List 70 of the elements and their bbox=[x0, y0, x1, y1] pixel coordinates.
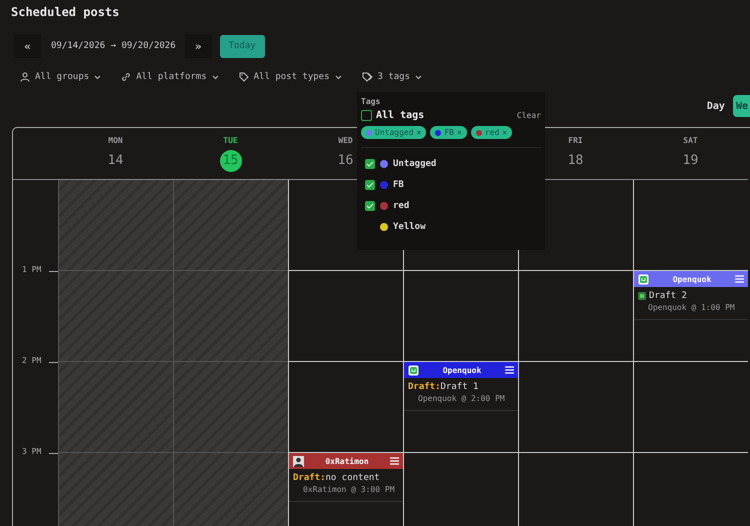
view-tab[interactable]: Day bbox=[702, 95, 729, 117]
page-title: Scheduled posts bbox=[10, 4, 120, 21]
time-label: 2 PM bbox=[22, 356, 42, 365]
view-tab[interactable]: We bbox=[732, 95, 750, 117]
tag-option[interactable]: Untagged bbox=[361, 153, 541, 174]
tag-chip[interactable]: red × bbox=[470, 126, 512, 139]
post-meta: Openquok @ 2:00 PM bbox=[418, 394, 506, 403]
day-number: 19 bbox=[682, 152, 698, 170]
next-week-button[interactable]: » bbox=[184, 34, 212, 58]
checkbox[interactable] bbox=[365, 200, 375, 210]
weekday-label: TUE bbox=[223, 136, 238, 147]
day-number: 14 bbox=[108, 152, 124, 170]
calendar-slot[interactable]: Openquok Draft:Draft 1 Openquok @ 2:00 PM bbox=[403, 362, 518, 453]
previous-week-button[interactable]: « bbox=[14, 34, 41, 58]
post-title: Draft:no content bbox=[293, 473, 380, 483]
day-number: 16 bbox=[338, 152, 354, 170]
all-tags-label: All tags bbox=[376, 110, 426, 121]
tag-option[interactable]: red bbox=[361, 195, 541, 216]
dropdown-heading: Tags bbox=[361, 97, 382, 106]
tag-option[interactable]: FB bbox=[361, 174, 541, 195]
account-name: Openquok bbox=[672, 274, 712, 284]
day-number: 15 bbox=[220, 150, 242, 172]
post-title: Draft:Draft 1 bbox=[408, 382, 478, 392]
tag-chip[interactable]: FB × bbox=[430, 126, 467, 139]
chevron-down-icon bbox=[94, 74, 102, 80]
chevron-down-icon bbox=[334, 74, 342, 80]
menu-icon[interactable] bbox=[505, 366, 514, 374]
weekday-label: SAT bbox=[683, 136, 698, 147]
remove-tag-button[interactable]: × bbox=[457, 128, 462, 137]
account-name: Openquok bbox=[442, 366, 482, 374]
time-label: 3 PM bbox=[22, 447, 42, 456]
post-meta: 0xRatimon @ 3:00 PM bbox=[303, 485, 396, 494]
post-meta: Openquok @ 1:00 PM bbox=[648, 303, 736, 312]
filter-dropdown[interactable]: All post types bbox=[238, 72, 342, 82]
remove-tag-button[interactable]: × bbox=[416, 128, 422, 137]
remove-tag-button[interactable]: × bbox=[502, 128, 508, 137]
menu-icon[interactable] bbox=[735, 275, 744, 283]
weekday-label: MON bbox=[108, 136, 123, 147]
clear-button[interactable]: Clear bbox=[516, 111, 541, 120]
filter-dropdown[interactable]: 3 tags bbox=[362, 72, 422, 82]
checkbox[interactable] bbox=[365, 158, 375, 168]
user-avatar-icon bbox=[293, 456, 304, 466]
calendar-slot[interactable]: Openquok Draft 2 Openquok @ 1:00 PM bbox=[633, 271, 748, 362]
tag-chip[interactable]: Untagged × bbox=[361, 126, 426, 139]
checkbox[interactable] bbox=[361, 110, 372, 121]
post-card[interactable]: Openquok Draft:Draft 1 Openquok @ 2:00 PM bbox=[404, 362, 518, 411]
menu-icon[interactable] bbox=[390, 457, 399, 465]
date-range: 09/14/2026 → 09/20/2026 bbox=[50, 41, 177, 51]
weekday-label: FRI bbox=[568, 136, 583, 147]
filter-dropdown[interactable]: All platforms bbox=[121, 72, 219, 82]
tag-option[interactable]: Yellow bbox=[361, 216, 541, 237]
post-type-icon bbox=[638, 292, 646, 300]
post-card[interactable]: 0xRatimon Draft:no content 0xRatimon @ 3:00 PM bbox=[289, 453, 403, 502]
chevron-down-icon bbox=[212, 74, 219, 80]
weekday-label: WED bbox=[338, 136, 353, 147]
link-icon bbox=[121, 72, 132, 82]
checkbox[interactable] bbox=[365, 180, 375, 190]
post-card[interactable]: Openquok Draft 2 Openquok @ 1:00 PM bbox=[634, 271, 748, 320]
calendar-slot[interactable]: 0xRatimon Draft:no content 0xRatimon @ 3:00 PM bbox=[288, 453, 403, 526]
tag-icon bbox=[238, 72, 249, 82]
day-number: 18 bbox=[568, 152, 584, 170]
tags-icon bbox=[362, 72, 372, 82]
account-name: 0xRatimon bbox=[324, 456, 370, 466]
filter-dropdown[interactable]: All groups bbox=[20, 72, 102, 82]
chevron-down-icon bbox=[415, 74, 422, 80]
post-title: Draft 2 bbox=[649, 291, 687, 301]
app-avatar-icon bbox=[408, 364, 419, 376]
person-icon bbox=[20, 72, 30, 82]
app-avatar-icon bbox=[638, 274, 649, 284]
time-label: 1 PM bbox=[22, 265, 42, 274]
